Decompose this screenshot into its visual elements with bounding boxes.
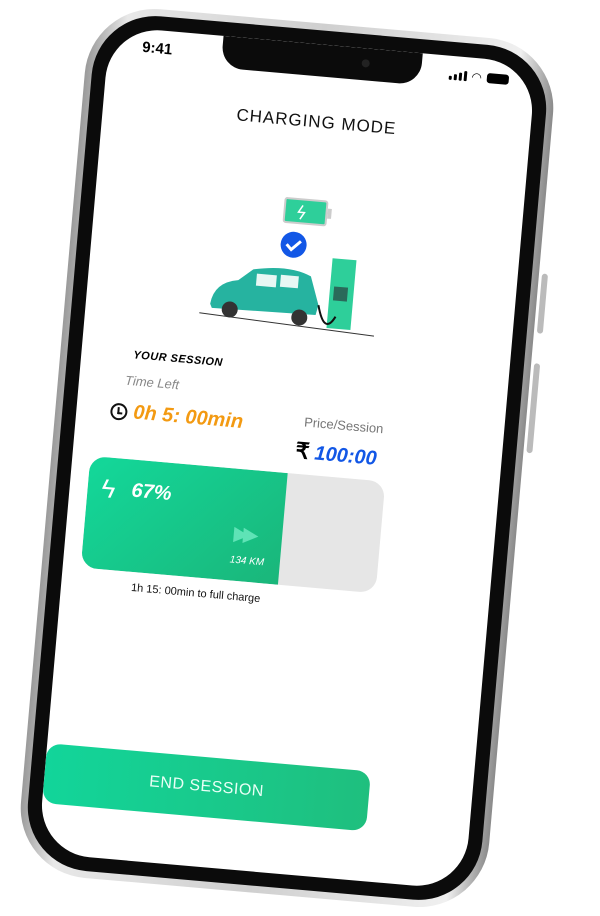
charging-station-icon bbox=[326, 258, 357, 331]
price-value: 100:00 bbox=[313, 442, 378, 470]
battery-progress: ϟ 67% ▶▶ 134 KM bbox=[80, 455, 386, 594]
notch bbox=[220, 35, 423, 86]
battery-status-icon bbox=[486, 72, 510, 85]
camera bbox=[361, 59, 371, 68]
signal-icon bbox=[448, 70, 467, 82]
battery-progress-fill: ϟ 67% ▶▶ 134 KM bbox=[80, 455, 288, 585]
charging-illustration bbox=[199, 197, 375, 337]
phone-mockup: 9:41 ◠ CHARGING MODE YOUR SESSION Time L… bbox=[14, 3, 560, 913]
wifi-icon: ◠ bbox=[470, 69, 483, 85]
time-left-label: Time Left bbox=[124, 372, 180, 393]
clock-icon bbox=[109, 402, 129, 421]
full-charge-text: 1h 15: 00min to full charge bbox=[130, 581, 261, 606]
side-button bbox=[536, 273, 549, 334]
check-icon bbox=[280, 231, 307, 258]
side-button bbox=[526, 363, 541, 454]
range-value: 134 KM bbox=[229, 554, 265, 569]
status-icons: ◠ bbox=[448, 68, 510, 87]
rupee-icon: ₹ bbox=[294, 437, 311, 464]
phone-bezel: 9:41 ◠ CHARGING MODE YOUR SESSION Time L… bbox=[22, 10, 552, 906]
car-icon bbox=[210, 267, 319, 326]
time-left: 0h 5: 00min bbox=[109, 399, 244, 434]
price: ₹ 100:00 bbox=[295, 438, 378, 471]
app-screen: 9:41 ◠ CHARGING MODE YOUR SESSION Time L… bbox=[37, 25, 537, 891]
end-session-button[interactable]: END SESSION bbox=[42, 743, 371, 832]
battery-icon bbox=[282, 197, 332, 227]
status-time: 9:41 bbox=[141, 38, 173, 59]
session-heading: YOUR SESSION bbox=[132, 349, 224, 370]
battery-percent: 67% bbox=[130, 479, 173, 506]
page-title: CHARGING MODE bbox=[235, 105, 398, 139]
time-left-value: 0h 5: 00min bbox=[132, 401, 244, 433]
fast-forward-icon: ▶▶ bbox=[232, 522, 254, 547]
bolt-icon: ϟ bbox=[100, 473, 117, 505]
price-label: Price/Session bbox=[303, 414, 385, 437]
